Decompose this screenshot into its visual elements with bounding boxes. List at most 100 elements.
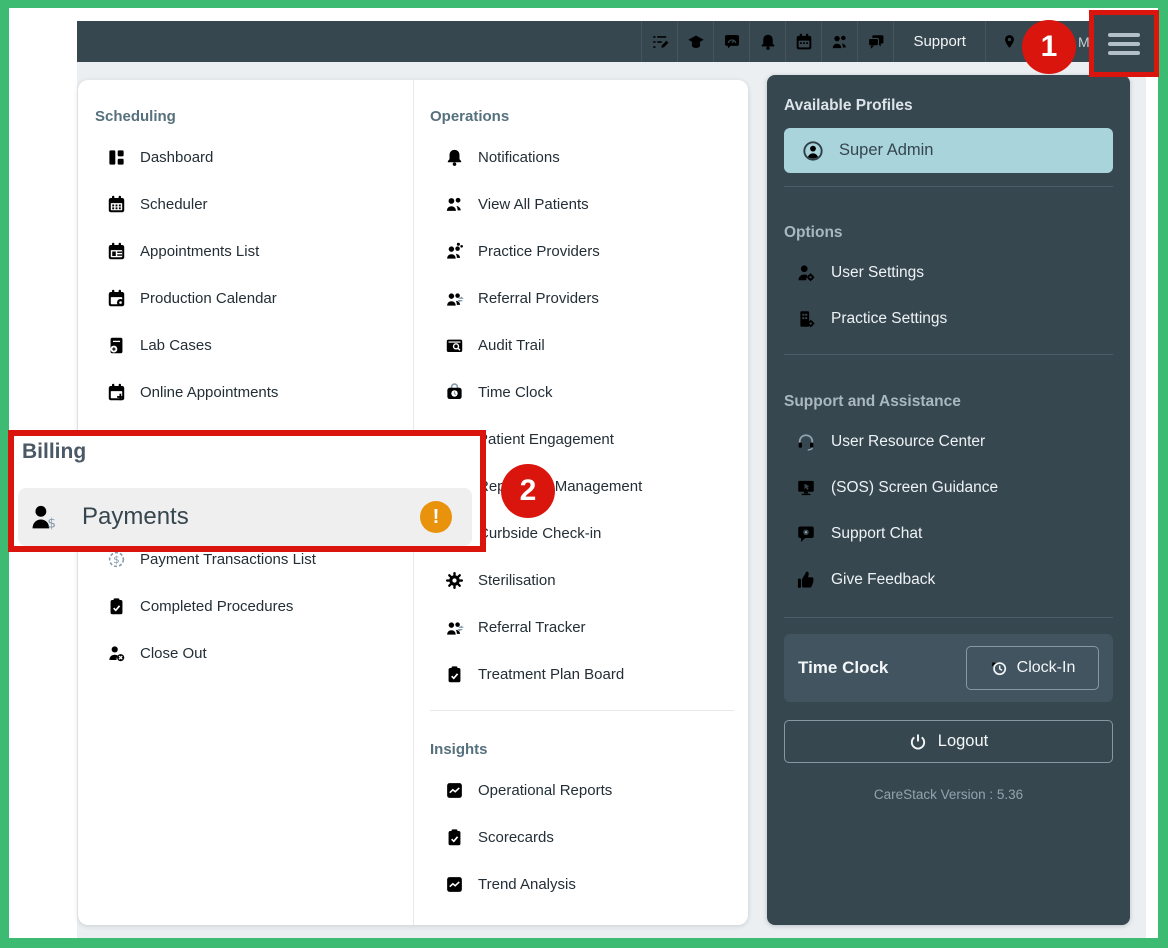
- section-title-scheduling: Scheduling: [95, 108, 176, 125]
- user-gear-icon: [796, 263, 816, 283]
- support-link[interactable]: Support: [893, 21, 985, 62]
- menu-item-payments[interactable]: Payments !: [18, 488, 472, 546]
- menu-item-scorecards[interactable]: Scorecards: [430, 822, 748, 853]
- top-navbar: Support SYDN.. M, I: [77, 21, 1140, 62]
- location-pin-icon: [1002, 34, 1017, 49]
- providers-arrows-icon: [445, 618, 464, 637]
- calendar-icon: [795, 33, 813, 51]
- lab-page-plus-icon: [107, 336, 126, 355]
- section-title-billing: Billing: [22, 440, 87, 463]
- power-icon: [909, 733, 927, 751]
- clipboard-check-icon: [445, 828, 464, 847]
- menu-item-time-clock[interactable]: Time Clock: [430, 377, 748, 408]
- providers-icon: [445, 242, 464, 261]
- education-icon-button[interactable]: [677, 21, 713, 62]
- card-search-icon: [445, 336, 464, 355]
- hamburger-icon: [1108, 32, 1140, 37]
- person-circle-icon: [802, 140, 824, 162]
- sidebar-item-user-settings[interactable]: User Settings: [784, 258, 1113, 288]
- calendar-gear-icon: [107, 289, 126, 308]
- dollar-circle-icon: [107, 550, 126, 569]
- menu-item-production-calendar[interactable]: Production Calendar: [95, 283, 413, 314]
- headset-icon: [796, 432, 816, 452]
- sidebar-item-practice-settings[interactable]: Practice Settings: [784, 304, 1113, 334]
- menu-item-scheduler[interactable]: Scheduler: [95, 189, 413, 220]
- bag-clock-icon: [445, 383, 464, 402]
- sidebar-item-sos-screen-guidance[interactable]: (SOS) Screen Guidance: [784, 473, 1113, 503]
- menu-item-notifications[interactable]: Notifications: [430, 142, 748, 173]
- calendar-plus-icon: [107, 383, 126, 402]
- calendar-button[interactable]: [785, 21, 821, 62]
- annotation-step-1-badge: 1: [1022, 20, 1076, 74]
- billing-callout-box: Billing Payments !: [8, 430, 486, 552]
- screen-cursor-icon: [796, 478, 816, 498]
- calendar-icon: [107, 195, 126, 214]
- screenshot-frame: Support SYDN.. M, I Scheduling Dashboard…: [0, 0, 1168, 948]
- dashboard-grid-icon: [107, 148, 126, 167]
- clock-arrow-icon: [990, 659, 1008, 677]
- gear-icon: [445, 571, 464, 590]
- menu-item-referral-providers[interactable]: Referral Providers: [430, 283, 748, 314]
- sidebar-divider: [784, 186, 1113, 187]
- messages-icon: [867, 33, 885, 51]
- section-title-operations: Operations: [430, 108, 510, 125]
- clipboard-check-icon: [445, 665, 464, 684]
- task-list-icon-button[interactable]: [641, 21, 677, 62]
- sidebar-divider: [784, 617, 1113, 618]
- menu-item-dashboard[interactable]: Dashboard: [95, 142, 413, 173]
- clock-in-button[interactable]: Clock-In: [966, 646, 1099, 690]
- chart-icon: [445, 875, 464, 894]
- people-icon: [445, 195, 464, 214]
- menu-item-operational-reports[interactable]: Operational Reports: [430, 775, 748, 806]
- menu-item-sterilisation[interactable]: Sterilisation: [430, 565, 748, 596]
- annotation-step-2-badge: 2: [501, 464, 555, 518]
- profile-sidebar: Available Profiles Super Admin Options U…: [767, 75, 1130, 925]
- logout-button[interactable]: Logout: [784, 720, 1113, 763]
- person-remove-icon: [107, 644, 126, 663]
- profile-super-admin-button[interactable]: Super Admin: [784, 128, 1113, 173]
- sidebar-item-support-chat[interactable]: Support Chat: [784, 519, 1113, 549]
- performance-bubble-icon-button[interactable]: [713, 21, 749, 62]
- patients-button[interactable]: [821, 21, 857, 62]
- calendar-list-icon: [107, 242, 126, 261]
- time-clock-label: Time Clock: [798, 658, 889, 677]
- menu-item-online-appointments[interactable]: Online Appointments: [95, 377, 413, 408]
- providers-arrows-icon: [445, 289, 464, 308]
- sidebar-item-give-feedback[interactable]: Give Feedback: [784, 565, 1113, 595]
- menu-item-lab-cases[interactable]: Lab Cases: [95, 330, 413, 361]
- chart-icon: [445, 781, 464, 800]
- menu-item-audit-trail[interactable]: Audit Trail: [430, 330, 748, 361]
- sidebar-item-user-resource-center[interactable]: User Resource Center: [784, 427, 1113, 457]
- notifications-bell-button[interactable]: [749, 21, 785, 62]
- thumbs-up-icon: [796, 570, 816, 590]
- building-gear-icon: [796, 309, 816, 329]
- warning-badge: !: [420, 501, 452, 533]
- support-assistance-title: Support and Assistance: [784, 393, 961, 410]
- time-clock-panel: Time Clock Clock-In: [784, 634, 1113, 702]
- performance-bubble-icon: [723, 33, 741, 51]
- menu-item-practice-providers[interactable]: Practice Providers: [430, 236, 748, 267]
- bell-icon: [759, 33, 777, 51]
- options-title: Options: [784, 224, 843, 241]
- person-dollar-icon: [30, 503, 59, 532]
- main-menu-hamburger-button[interactable]: [1089, 10, 1159, 77]
- messages-button[interactable]: [857, 21, 893, 62]
- patients-icon: [831, 33, 849, 51]
- menu-item-close-out[interactable]: Close Out: [95, 638, 413, 669]
- menu-column-scheduling: Scheduling Dashboard Scheduler Appointme…: [78, 80, 413, 669]
- clipboard-check-icon: [107, 597, 126, 616]
- menu-item-trend-analysis[interactable]: Trend Analysis: [430, 869, 748, 900]
- section-title-insights: Insights: [430, 741, 488, 758]
- available-profiles-title: Available Profiles: [784, 97, 913, 114]
- menu-item-completed-procedures[interactable]: Completed Procedures: [95, 591, 413, 622]
- version-text: CareStack Version : 5.36: [873, 787, 1024, 802]
- sidebar-divider: [784, 354, 1113, 355]
- menu-item-appointments-list[interactable]: Appointments List: [95, 236, 413, 267]
- education-icon: [687, 33, 705, 51]
- bell-icon: [445, 148, 464, 167]
- task-list-icon: [651, 33, 669, 51]
- chat-gear-icon: [796, 524, 816, 544]
- menu-item-view-all-patients[interactable]: View All Patients: [430, 189, 748, 220]
- menu-item-referral-tracker[interactable]: Referral Tracker: [430, 612, 748, 643]
- menu-item-treatment-plan-board[interactable]: Treatment Plan Board: [430, 659, 748, 690]
